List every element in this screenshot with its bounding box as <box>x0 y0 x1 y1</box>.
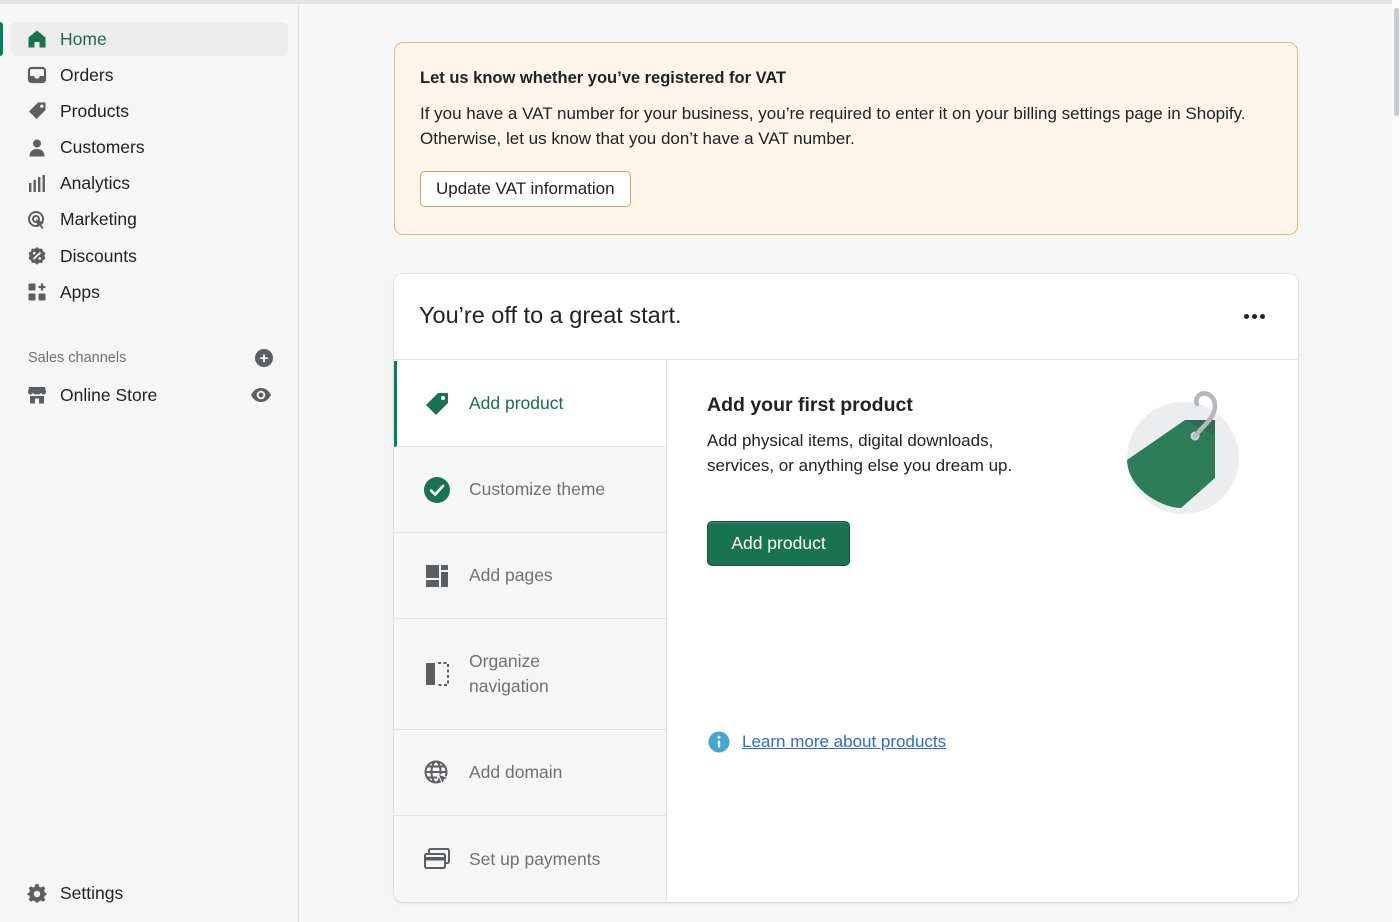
sidebar: Home Orders Products Customers Analytics <box>0 4 299 922</box>
sidebar-item-online-store[interactable]: Online Store <box>11 378 288 412</box>
tag-icon <box>423 390 451 418</box>
dot <box>1243 313 1249 319</box>
step-customize-theme[interactable]: Customize theme <box>394 447 666 533</box>
scrollbar[interactable] <box>1392 0 1400 922</box>
apps-icon <box>27 282 47 302</box>
add-product-button[interactable]: Add product <box>707 521 850 566</box>
home-icon <box>27 29 47 49</box>
sidebar-item-customers[interactable]: Customers <box>11 131 288 165</box>
pages-icon <box>423 562 451 590</box>
update-vat-button[interactable]: Update VAT information <box>420 171 631 207</box>
navigation-icon <box>423 660 451 688</box>
step-add-domain[interactable]: Add domain <box>394 730 666 816</box>
card-title: You’re off to a great start. <box>419 302 682 328</box>
discount-icon <box>27 246 47 266</box>
sidebar-item-label: Customers <box>60 137 145 158</box>
orders-icon <box>27 65 47 85</box>
sidebar-item-marketing[interactable]: Marketing <box>11 203 288 237</box>
sidebar-item-label: Apps <box>60 281 100 302</box>
bar-chart-icon <box>27 174 47 194</box>
sidebar-item-settings[interactable]: Settings <box>11 876 288 910</box>
check-circle-icon <box>423 476 451 504</box>
target-icon <box>27 210 47 230</box>
step-add-product[interactable]: Add product <box>394 361 666 447</box>
dot <box>1259 313 1265 319</box>
step-label: Customize theme <box>469 479 606 499</box>
step-organize-navigation[interactable]: Organize navigation <box>394 619 666 730</box>
sales-channels-label: Sales channels <box>28 350 127 366</box>
payments-icon <box>423 845 451 873</box>
setup-guide-card: You’re off to a great start. Add product… <box>394 274 1298 902</box>
card-header: You’re off to a great start. <box>394 274 1298 360</box>
step-label: Set up payments <box>469 848 601 869</box>
step-add-pages[interactable]: Add pages <box>394 533 666 619</box>
dot <box>1251 313 1257 319</box>
person-icon <box>27 138 47 158</box>
sidebar-item-label: Discounts <box>60 245 137 266</box>
banner-text: If you have a VAT number for your busine… <box>420 104 1246 148</box>
step-label: Organize navigation <box>469 651 549 696</box>
globe-icon <box>423 759 451 787</box>
detail-text: Add physical items, digital downloads, s… <box>707 431 1013 475</box>
sidebar-item-orders[interactable]: Orders <box>11 58 288 92</box>
setup-steps-list: Add product Customize theme Add pages Or… <box>394 361 667 902</box>
banner-title: Let us know whether you’ve registered fo… <box>420 69 787 87</box>
product-tag-illustration <box>1123 390 1243 514</box>
more-actions-button[interactable] <box>1238 302 1270 330</box>
scrollbar-thumb[interactable] <box>1394 8 1399 116</box>
sidebar-item-products[interactable]: Products <box>11 94 288 128</box>
detail-title: Add your first product <box>707 394 913 416</box>
add-sales-channel-icon[interactable]: + <box>255 349 273 367</box>
learn-more-link[interactable]: Learn more about products <box>742 732 946 752</box>
sales-channels-header: Sales channels + <box>28 347 273 369</box>
store-icon <box>27 385 47 405</box>
step-detail: Add your first product Add physical item… <box>707 394 1107 478</box>
step-set-up-payments[interactable]: Set up payments <box>394 816 666 902</box>
sidebar-item-label: Analytics <box>60 173 131 194</box>
active-indicator <box>0 22 3 56</box>
sidebar-item-apps[interactable]: Apps <box>11 275 288 309</box>
sidebar-item-label: Orders <box>60 64 114 85</box>
sidebar-item-label: Marketing <box>60 209 137 230</box>
tag-icon <box>27 101 47 121</box>
sidebar-item-analytics[interactable]: Analytics <box>11 167 288 201</box>
sidebar-item-home[interactable]: Home <box>0 22 288 56</box>
step-label: Add domain <box>469 762 563 782</box>
learn-more-row: Learn more about products <box>708 731 946 753</box>
info-icon <box>708 731 730 753</box>
gear-icon <box>27 883 47 903</box>
eye-icon[interactable] <box>250 386 272 404</box>
vat-banner: Let us know whether you’ve registered fo… <box>394 42 1298 235</box>
settings-label: Settings <box>60 882 124 903</box>
sidebar-item-discounts[interactable]: Discounts <box>11 239 288 273</box>
sidebar-item-label: Products <box>60 100 130 121</box>
online-store-label: Online Store <box>60 384 158 405</box>
step-label: Add product <box>469 393 564 413</box>
step-label: Add pages <box>469 565 553 585</box>
sidebar-nav: Home Orders Products Customers Analytics <box>0 22 299 312</box>
sidebar-item-label: Home <box>60 28 107 49</box>
